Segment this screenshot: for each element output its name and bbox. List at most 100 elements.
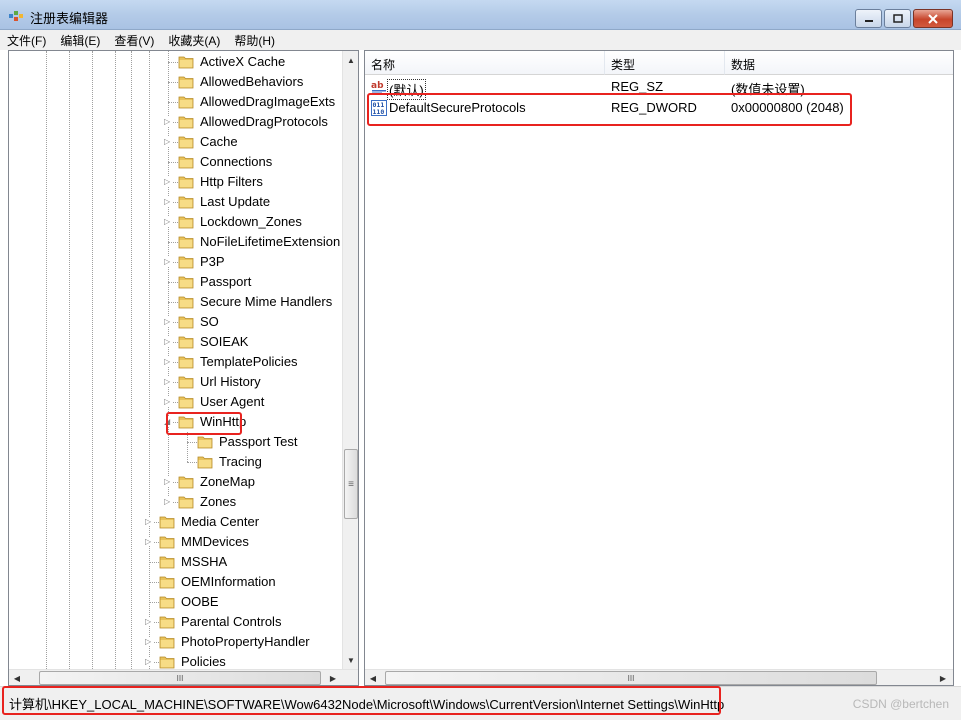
expand-arrow-icon[interactable]: ▷ (164, 177, 172, 186)
tree-node[interactable]: ◢ WinHttp (9, 412, 342, 432)
tree-scroll-thumb[interactable]: ≡ (344, 449, 358, 519)
tree-node[interactable]: Connections (9, 152, 342, 172)
tree-node[interactable]: ▷ Parental Controls (9, 612, 342, 632)
tree-node[interactable]: ▷ Lockdown_Zones (9, 212, 342, 232)
registry-tree[interactable]: ActiveX Cache AllowedBehaviors AllowedDrag… (8, 50, 359, 686)
tree-node[interactable]: ▷ Http Filters (9, 172, 342, 192)
scroll-up-icon[interactable]: ▲ (343, 52, 358, 68)
expand-arrow-icon[interactable]: ▷ (164, 117, 172, 126)
tree-node[interactable]: ActiveX Cache (9, 52, 342, 72)
folder-icon (159, 575, 175, 589)
expand-arrow-icon[interactable]: ▷ (164, 217, 172, 226)
value-row-defaultsecureprotocols[interactable]: 011 110 DefaultSecureProtocols REG_DWORD… (365, 98, 953, 118)
expand-arrow-icon[interactable]: ▷ (164, 397, 172, 406)
scroll-down-icon[interactable]: ▼ (343, 652, 358, 668)
folder-icon (178, 135, 194, 149)
minimize-button[interactable] (855, 9, 882, 28)
tree-node[interactable]: MSSHA (9, 552, 342, 572)
tree-node[interactable]: ▷ MMDevices (9, 532, 342, 552)
folder-icon (178, 95, 194, 109)
tree-node-label: Last Update (200, 194, 271, 209)
close-button[interactable] (913, 9, 953, 28)
tree-node[interactable]: ▷ P3P (9, 252, 342, 272)
collapse-arrow-icon[interactable]: ◢ (164, 417, 172, 426)
value-type: REG_DWORD (611, 100, 697, 115)
tree-node[interactable]: Passport Test (9, 432, 342, 452)
tree-node[interactable]: ▷ Url History (9, 372, 342, 392)
expand-arrow-icon[interactable]: ▷ (145, 517, 153, 526)
tree-branch-line (168, 62, 178, 63)
expand-arrow-icon[interactable]: ▷ (145, 537, 153, 546)
folder-icon (178, 115, 194, 129)
tree-node[interactable]: ▷ ZoneMap (9, 472, 342, 492)
menu-view[interactable]: 查看(V) (107, 30, 161, 50)
tree-vertical-scrollbar[interactable]: ▲ ≡ ▼ (342, 51, 358, 669)
expand-arrow-icon[interactable]: ▷ (164, 357, 172, 366)
tree-node-label: TemplatePolicies (200, 354, 298, 369)
title-bar[interactable]: 注册表编辑器 (0, 0, 961, 30)
tree-node[interactable]: ▷ Zones (9, 492, 342, 512)
tree-node[interactable]: ▷ PhotoPropertyHandler (9, 632, 342, 652)
tree-node-label: SOIEAK (200, 334, 249, 349)
expand-arrow-icon[interactable]: ▷ (164, 317, 172, 326)
folder-icon (178, 315, 194, 329)
scroll-left-icon[interactable]: ◀ (9, 670, 25, 685)
maximize-button[interactable] (884, 9, 911, 28)
tree-node[interactable]: ▷ SO (9, 312, 342, 332)
values-horizontal-scrollbar[interactable]: ◀ III ▶ (365, 669, 953, 685)
value-row-default[interactable]: ab (默认) REG_SZ (数值未设置) (365, 77, 953, 100)
expand-arrow-icon[interactable]: ▷ (164, 337, 172, 346)
tree-node[interactable]: ▷ Last Update (9, 192, 342, 212)
tree-node-label: Http Filters (200, 174, 263, 189)
scroll-grip-icon: ≡ (348, 478, 354, 490)
tree-node-label: Parental Controls (181, 614, 282, 629)
tree-horizontal-scrollbar[interactable]: ◀ III ▶ (9, 669, 358, 685)
expand-arrow-icon[interactable]: ▷ (164, 477, 172, 486)
expand-arrow-icon[interactable]: ▷ (145, 657, 153, 666)
tree-node[interactable]: ▷ AllowedDragProtocols (9, 112, 342, 132)
expand-arrow-icon[interactable]: ▷ (164, 137, 172, 146)
expand-arrow-icon[interactable]: ▷ (164, 377, 172, 386)
folder-icon (178, 155, 194, 169)
tree-node[interactable]: OOBE (9, 592, 342, 612)
menu-edit[interactable]: 编辑(E) (53, 30, 107, 50)
column-header-type[interactable]: 类型 (605, 51, 725, 75)
scroll-right-icon[interactable]: ▶ (935, 670, 951, 685)
value-type: REG_SZ (611, 79, 664, 94)
tree-node[interactable]: ▷ TemplatePolicies (9, 352, 342, 372)
tree-node[interactable]: ▷ SOIEAK (9, 332, 342, 352)
tree-node[interactable]: OEMInformation (9, 572, 342, 592)
tree-node-label: NoFileLifetimeExtension (200, 234, 341, 249)
values-list[interactable]: 名称 类型 数据 ab (默认) REG_SZ (数值未设置) 011 110 … (364, 50, 954, 686)
tree-node[interactable]: ▷ Cache (9, 132, 342, 152)
tree-node[interactable]: ▷ Media Center (9, 512, 342, 532)
tree-branch-line (149, 562, 159, 563)
expand-arrow-icon[interactable]: ▷ (145, 617, 153, 626)
expand-arrow-icon[interactable]: ▷ (164, 497, 172, 506)
expand-arrow-icon[interactable]: ▷ (164, 257, 172, 266)
folder-icon (178, 215, 194, 229)
tree-hscroll-thumb[interactable]: III (39, 671, 321, 685)
tree-node-label: Passport Test (219, 434, 298, 449)
menu-help[interactable]: 帮助(H) (227, 30, 282, 50)
tree-node[interactable]: ▷ User Agent (9, 392, 342, 412)
folder-icon (178, 335, 194, 349)
tree-node[interactable]: Secure Mime Handlers (9, 292, 342, 312)
values-hscroll-thumb[interactable]: III (385, 671, 877, 685)
scroll-left-icon[interactable]: ◀ (365, 670, 381, 685)
menu-favorites[interactable]: 收藏夹(A) (161, 30, 227, 50)
tree-node[interactable]: AllowedDragImageExts (9, 92, 342, 112)
tree-node[interactable]: NoFileLifetimeExtension (9, 232, 342, 252)
column-header-name[interactable]: 名称 (365, 51, 605, 75)
folder-icon (178, 495, 194, 509)
menu-file[interactable]: 文件(F) (0, 30, 53, 50)
folder-icon (159, 555, 175, 569)
tree-node[interactable]: Passport (9, 272, 342, 292)
expand-arrow-icon[interactable]: ▷ (164, 197, 172, 206)
column-header-data[interactable]: 数据 (725, 51, 953, 75)
scroll-right-icon[interactable]: ▶ (325, 670, 341, 685)
tree-node[interactable]: Tracing (9, 452, 342, 472)
tree-node-label: OEMInformation (181, 574, 276, 589)
expand-arrow-icon[interactable]: ▷ (145, 637, 153, 646)
tree-node[interactable]: AllowedBehaviors (9, 72, 342, 92)
